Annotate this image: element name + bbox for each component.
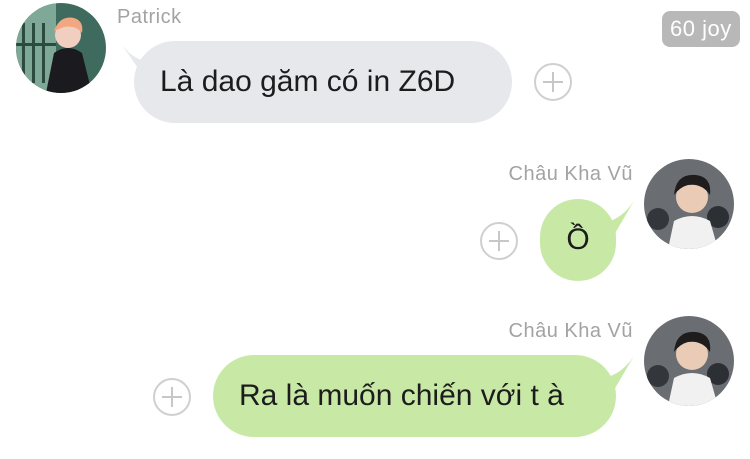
sender-name: Patrick	[117, 6, 182, 28]
message-bubble-outgoing[interactable]: Ra là muốn chiến với t à	[213, 355, 616, 437]
message-text: Ra là muốn chiến với t à	[239, 379, 564, 412]
plus-circle-icon[interactable]	[534, 63, 572, 101]
sender-name: Châu Kha Vũ	[508, 163, 633, 185]
sender-name: Châu Kha Vũ	[508, 320, 633, 342]
message-text: Ồ	[566, 223, 590, 256]
message-bubble-outgoing[interactable]: Ồ	[540, 199, 616, 281]
avatar-chau-kha-vu[interactable]	[644, 159, 734, 249]
avatar-patrick[interactable]	[16, 3, 106, 93]
message-text: Là dao găm có in Z6D	[160, 65, 456, 98]
plus-circle-icon[interactable]	[153, 378, 191, 416]
plus-circle-icon[interactable]	[480, 222, 518, 260]
avatar-chau-kha-vu[interactable]	[644, 316, 734, 406]
points-badge: 60 joy	[662, 11, 740, 47]
message-bubble-incoming[interactable]: Là dao găm có in Z6D	[134, 41, 512, 123]
